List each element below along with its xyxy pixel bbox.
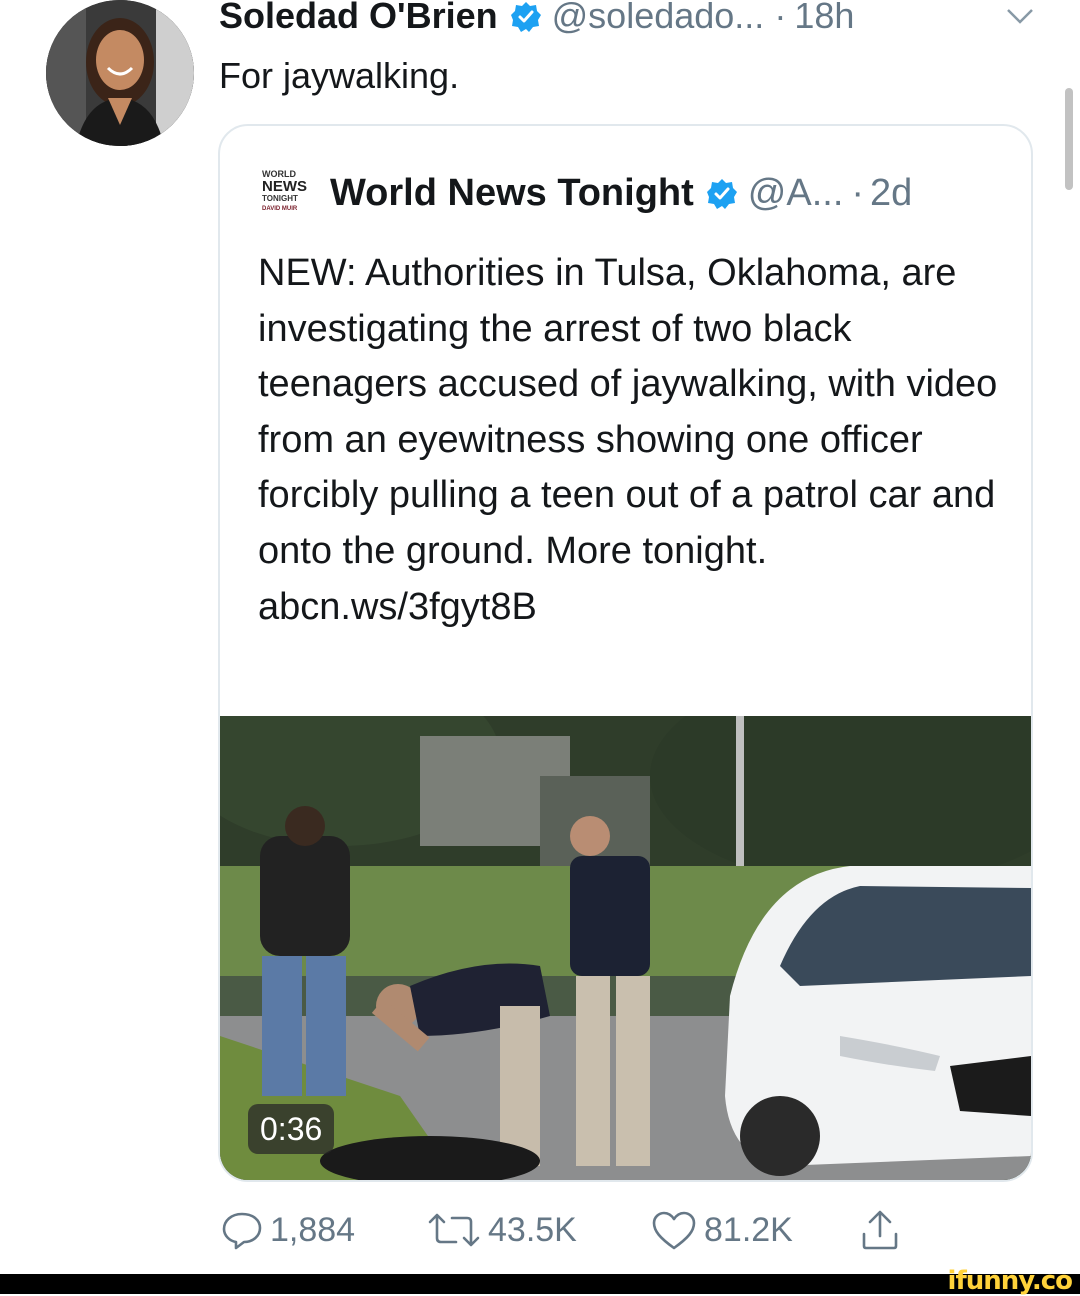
verified-badge-icon <box>510 0 542 32</box>
reply-button[interactable]: 1,884 <box>220 1200 355 1260</box>
world-news-tonight-logo: WORLD NEWS TONIGHT DAVID MUIR <box>260 168 312 218</box>
share-icon <box>862 1210 898 1250</box>
author-avatar[interactable] <box>46 0 194 146</box>
retweet-button[interactable]: 43.5K <box>426 1200 577 1260</box>
quoted-tweet-text: NEW: Authorities in Tulsa, Oklahoma, are… <box>258 252 998 628</box>
reply-count: 1,884 <box>270 1210 356 1249</box>
like-count: 81.2K <box>704 1210 793 1249</box>
quoted-author-handle[interactable]: @A... <box>748 172 844 215</box>
verified-badge-icon <box>706 177 738 209</box>
separator-dot: · <box>851 171 865 214</box>
retweet-icon <box>428 1213 480 1247</box>
quoted-tweet-time[interactable]: 2d <box>870 172 912 215</box>
like-icon <box>652 1211 696 1250</box>
video-duration: 0:36 <box>248 1104 335 1154</box>
tweet-header: Soledad O'Brien @soledado... · 18h <box>219 0 854 38</box>
tweet-time[interactable]: 18h <box>794 0 854 37</box>
quoted-tweet-card[interactable]: WORLD NEWS TONIGHT DAVID MUIR World News… <box>218 124 1033 1182</box>
tweet-text: For jaywalking. <box>219 55 460 96</box>
reply-icon <box>222 1212 262 1250</box>
watermark-bar <box>0 1274 1080 1294</box>
chevron-down-icon[interactable] <box>1005 6 1035 26</box>
author-handle[interactable]: @soledado... <box>552 0 765 37</box>
quoted-author-name[interactable]: World News Tonight <box>330 172 694 215</box>
scrollbar[interactable] <box>1065 88 1073 190</box>
logo-text-news: NEWS <box>262 178 307 195</box>
retweet-count: 43.5K <box>488 1210 577 1249</box>
video-thumbnail[interactable]: 0:36 <box>220 716 1031 1180</box>
tweet-actions: 1,884 43.5K 81.2K <box>218 1200 918 1260</box>
author-name[interactable]: Soledad O'Brien <box>219 0 498 37</box>
like-button[interactable]: 81.2K <box>650 1200 793 1260</box>
ifunny-watermark: ifunny.co <box>947 1266 1073 1296</box>
logo-text-anchor: DAVID MUIR <box>262 206 298 212</box>
quoted-tweet-header: WORLD NEWS TONIGHT DAVID MUIR World News… <box>260 168 912 218</box>
share-button[interactable] <box>858 1200 908 1260</box>
logo-text-tonight: TONIGHT <box>262 194 298 203</box>
separator-dot: · <box>774 0 787 36</box>
